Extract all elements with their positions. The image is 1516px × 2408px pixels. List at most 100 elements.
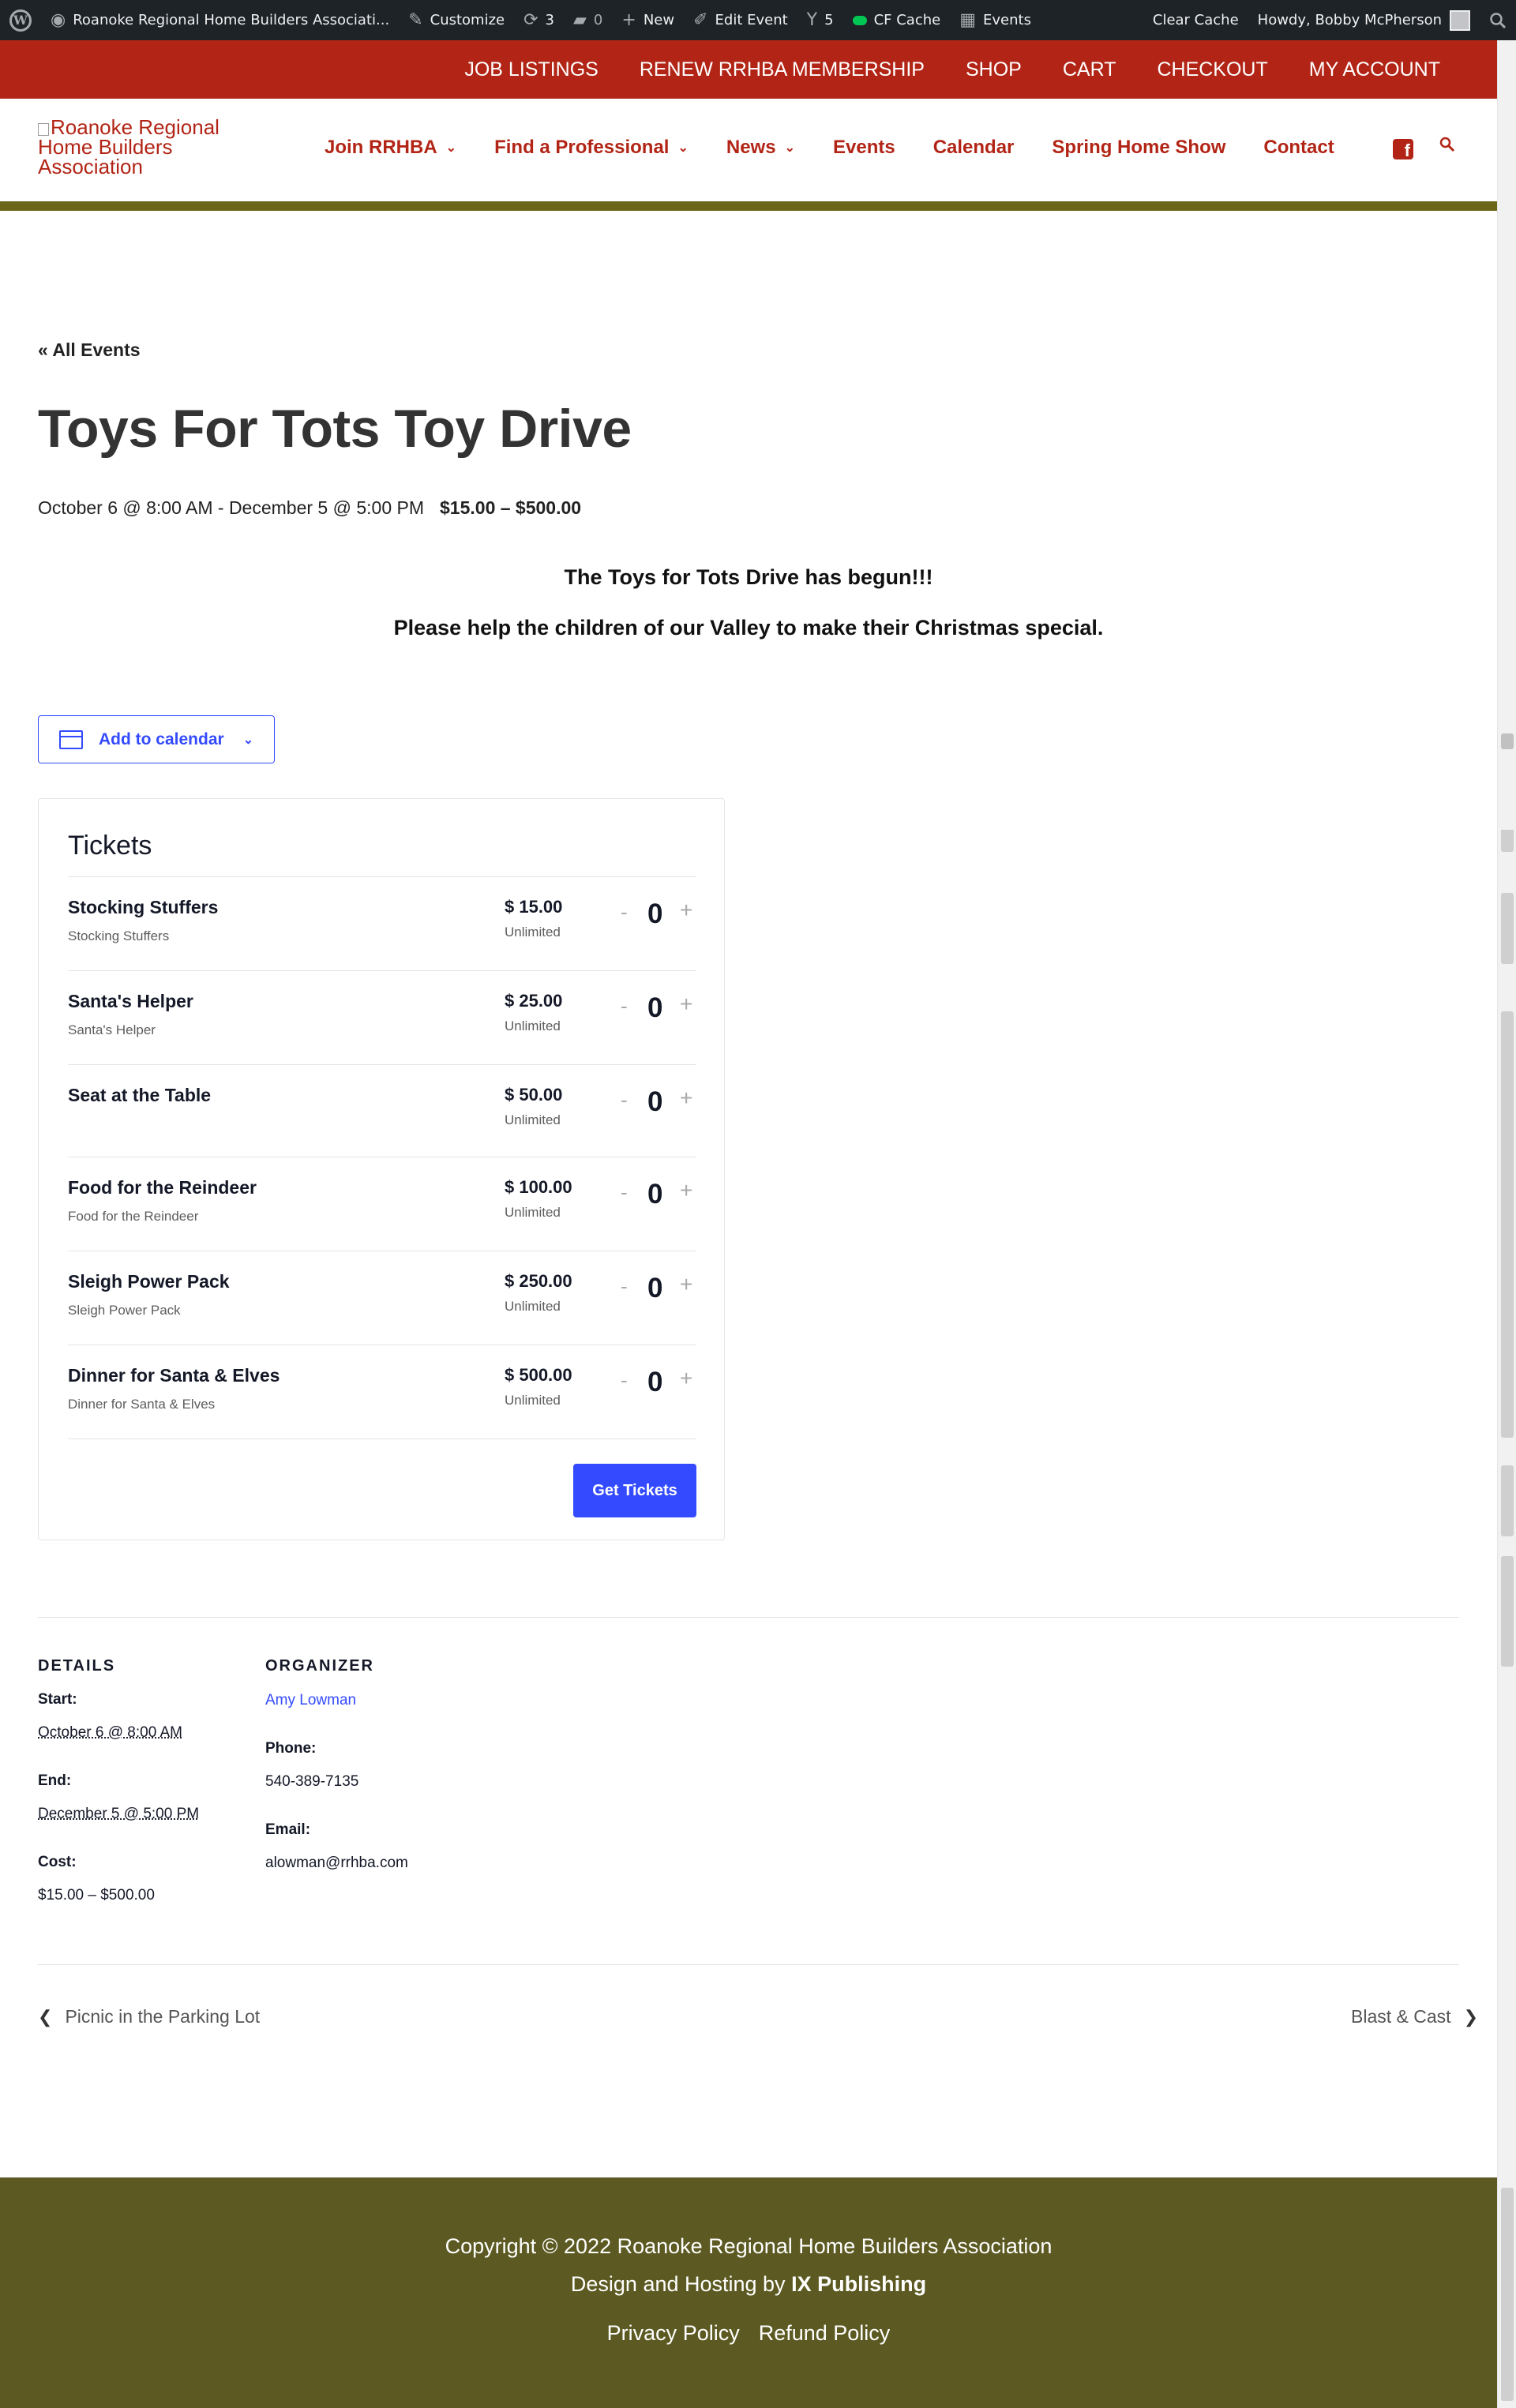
nav-spring-home-show[interactable]: Spring Home Show [1052,137,1225,159]
admin-search-button[interactable] [1480,0,1516,40]
ticket-name: Sleigh Power Pack [68,1271,230,1292]
scrollbar-thumb [1501,1011,1514,1438]
increase-quantity-button[interactable]: + [680,898,692,923]
nav-contact[interactable]: Contact [1263,137,1334,159]
ticket-stock: Unlimited [505,925,561,940]
all-events-link[interactable]: « All Events [38,339,141,361]
shop-link[interactable]: SHOP [966,58,1022,81]
decrease-quantity-button[interactable]: - [621,1088,628,1112]
ticket-row: Santa's Helper Santa's Helper $ 25.00 Un… [68,970,696,1064]
edit-event-link[interactable]: ✐ Edit Event [684,0,797,40]
checkout-link[interactable]: CHECKOUT [1157,58,1267,81]
wordpress-menu[interactable]: W [0,0,41,40]
ticket-quantity-input[interactable]: 0 [647,1179,662,1210]
nav-find-a-professional[interactable]: Find a Professional ⌄ [494,137,689,159]
decrease-quantity-button[interactable]: - [621,1180,628,1205]
my-account-link[interactable]: MY ACCOUNT [1309,58,1440,81]
increase-quantity-button[interactable]: + [680,1178,692,1203]
cart-link[interactable]: CART [1063,58,1116,81]
nav-events[interactable]: Events [833,137,895,159]
phone-label: Phone: [265,1740,317,1757]
facebook-icon[interactable]: f [1393,139,1413,159]
site-logo[interactable]: Roanoke Regional Home Builders Associati… [38,117,251,177]
cloud-icon [852,15,867,25]
ix-publishing-link[interactable]: IX Publishing [791,2272,926,2296]
next-event-link[interactable]: Blast & Cast ❯ [1351,2006,1478,2027]
ticket-price: $ 50.00 [505,1085,563,1105]
ticket-description: Sleigh Power Pack [68,1303,181,1318]
ticket-description: Santa's Helper [68,1022,156,1037]
decrease-quantity-button[interactable]: - [621,994,628,1018]
scrollbar-thumb[interactable] [1501,733,1514,749]
clear-cache-link[interactable]: Clear Cache [1143,0,1248,40]
ticket-row: Food for the Reindeer Food for the Reind… [68,1157,696,1251]
account-menu[interactable]: Howdy, Bobby McPherson [1248,0,1480,40]
divider [68,1438,696,1439]
copyright-text: Copyright © 2022 Roanoke Regional Home B… [445,2234,1053,2258]
end-label: End: [38,1772,72,1789]
chevron-down-icon: ⌄ [242,733,254,747]
updates-link[interactable]: ⟳ 3 [514,0,564,40]
brush-icon: ✎ [408,9,423,30]
ticket-price: $ 250.00 [505,1271,572,1291]
ticket-quantity-input[interactable]: 0 [647,898,662,930]
nav-calendar[interactable]: Calendar [933,137,1015,159]
increase-quantity-button[interactable]: + [680,1366,692,1391]
add-to-calendar-button[interactable]: Add to calendar ⌄ [38,715,275,763]
ticket-description: Food for the Reindeer [68,1209,199,1224]
decrease-quantity-button[interactable]: - [621,1274,628,1299]
scrollbar-thumb [1501,2188,1514,2401]
search-icon [1490,12,1507,28]
increase-quantity-button[interactable]: + [680,1272,692,1297]
yoast-menu[interactable]: Y5 [797,0,843,40]
ticket-quantity-input[interactable]: 0 [647,992,662,1024]
organizer-link[interactable]: Amy Lowman [265,1692,356,1709]
cf-cache-menu[interactable]: CF Cache [843,0,951,40]
ticket-stock: Unlimited [505,1393,561,1408]
ticket-name: Dinner for Santa & Elves [68,1365,280,1386]
ticket-name: Food for the Reindeer [68,1177,257,1198]
details-heading: DETAILS [38,1657,116,1675]
update-icon: ⟳ [523,9,538,30]
nav-join-rrhba[interactable]: Join RRHBA ⌄ [325,137,456,159]
chevron-left-icon: ❮ [38,2006,53,2027]
customize-link[interactable]: ✎ Customize [399,0,514,40]
ticket-name: Santa's Helper [68,991,193,1011]
start-value: October 6 @ 8:00 AM [38,1724,182,1741]
get-tickets-button[interactable]: Get Tickets [573,1464,696,1517]
site-name-menu[interactable]: ◉ Roanoke Regional Home Builders Associat… [41,0,399,40]
ticket-stock: Unlimited [505,1112,561,1127]
refund-policy-link[interactable]: Refund Policy [759,2321,891,2345]
chevron-right-icon: ❯ [1463,2006,1478,2027]
comments-link[interactable]: ▰ 0 [564,0,612,40]
ticket-name: Seat at the Table [68,1085,212,1105]
increase-quantity-button[interactable]: + [680,992,692,1017]
event-description-line: Please help the children of our Valley t… [393,616,1104,640]
event-datetime: October 6 @ 8:00 AM - December 5 @ 5:00 … [38,497,425,518]
privacy-policy-link[interactable]: Privacy Policy [607,2321,740,2345]
site-footer: Copyright © 2022 Roanoke Regional Home B… [0,2177,1497,2408]
previous-event-link[interactable]: ❮ Picnic in the Parking Lot [38,2006,260,2027]
chevron-down-icon: ⌄ [445,141,457,155]
design-credit: Design and Hosting by IX Publishing [570,2272,927,2296]
increase-quantity-button[interactable]: + [680,1086,692,1111]
ticket-price: $ 15.00 [505,897,563,917]
decrease-quantity-button[interactable]: - [621,1368,628,1393]
job-listings-link[interactable]: JOB LISTINGS [464,58,598,81]
decrease-quantity-button[interactable]: - [621,900,628,925]
page-scrollbar[interactable] [1497,40,1516,2408]
cost-value: $15.00 – $500.00 [38,1887,155,1904]
ticket-quantity-input[interactable]: 0 [647,1273,662,1304]
new-content-menu[interactable]: + New [612,0,684,40]
renew-membership-link[interactable]: RENEW RRHBA MEMBERSHIP [640,58,925,81]
search-icon[interactable] [1439,136,1456,153]
ticket-quantity-input[interactable]: 0 [647,1086,662,1118]
chevron-down-icon: ⌄ [784,141,795,155]
events-menu[interactable]: ▦ Events [950,0,1041,40]
email-label: Email: [265,1821,311,1838]
ticket-row: Sleigh Power Pack Sleigh Power Pack $ 25… [68,1251,696,1345]
ticket-name: Stocking Stuffers [68,897,219,917]
top-utility-nav: JOB LISTINGS RENEW RRHBA MEMBERSHIP SHOP… [0,40,1497,99]
ticket-quantity-input[interactable]: 0 [647,1367,662,1398]
nav-news[interactable]: News ⌄ [726,137,795,159]
